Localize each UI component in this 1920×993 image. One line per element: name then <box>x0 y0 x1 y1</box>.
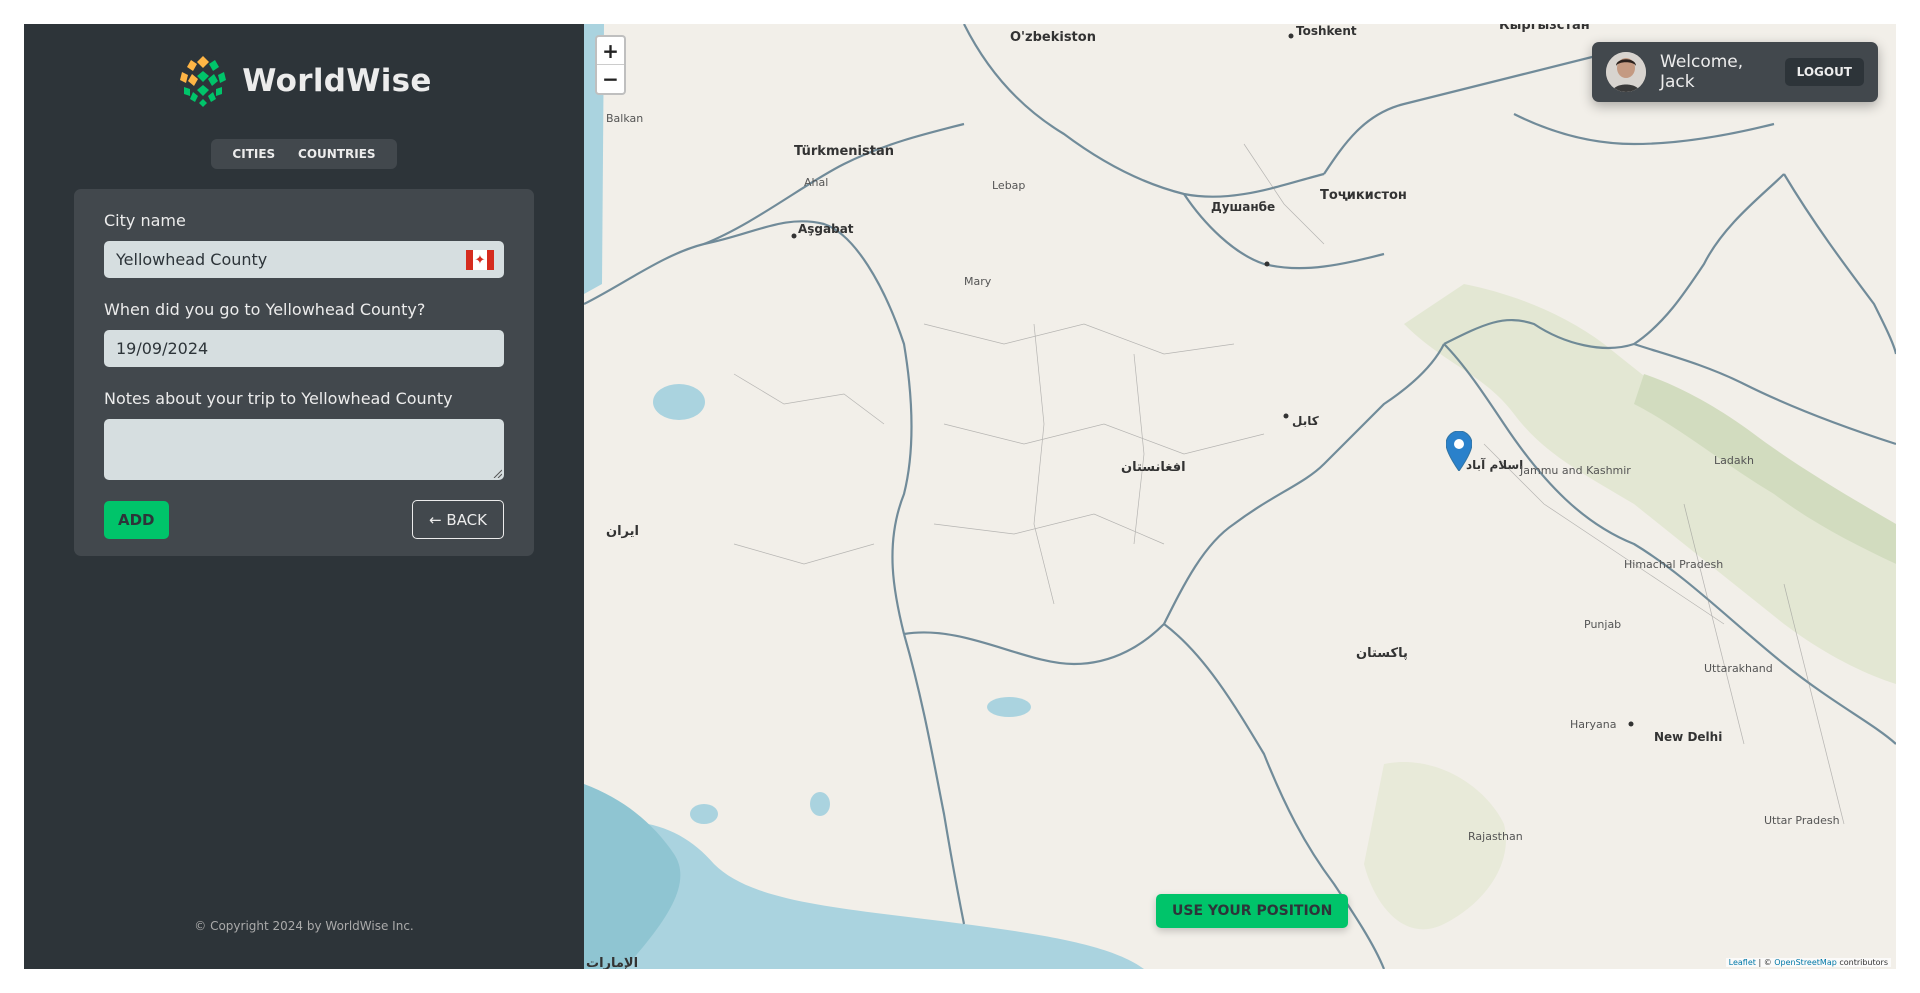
map-label-balkan: Balkan <box>606 112 644 125</box>
resize-handle-icon[interactable] <box>492 468 502 478</box>
city-name-value: Yellowhead County <box>116 250 268 269</box>
zoom-out-button[interactable]: − <box>597 65 624 93</box>
map-label-rajasthan: Rajasthan <box>1468 830 1523 843</box>
tab-countries[interactable]: Countries <box>298 147 376 161</box>
add-button[interactable]: Add <box>104 500 169 539</box>
map-label-uzbekistan: O'zbekiston <box>1010 30 1096 45</box>
map-label-ladakh: Ladakh <box>1714 454 1754 467</box>
app-layout: WorldWise Cities Countries City name Yel… <box>24 24 1896 969</box>
city-name-input[interactable]: Yellowhead County ✦ <box>104 241 504 278</box>
notes-textarea[interactable] <box>104 419 504 480</box>
map-label-dushanbe: Душанбе <box>1211 200 1276 214</box>
zoom-in-button[interactable]: + <box>597 37 624 65</box>
map-label-ahal: Ahal <box>804 176 829 189</box>
map-label-uttarakhand: Uttarakhand <box>1704 662 1773 675</box>
map-label-haryana: Haryana <box>1570 718 1617 731</box>
canada-flag-icon: ✦ <box>466 250 494 270</box>
add-city-form: City name Yellowhead County ✦ When did y… <box>74 189 534 556</box>
map-label-turkmenistan: Türkmenistan <box>794 144 894 159</box>
back-button[interactable]: ← BACK <box>412 500 504 539</box>
map-label-toshkent: Toshkent <box>1296 24 1357 38</box>
avatar <box>1606 52 1646 92</box>
map-label-jammu-kashmir: Jammu and Kashmir <box>1520 464 1631 477</box>
map-marker-icon[interactable] <box>1446 431 1472 471</box>
zoom-control: + − <box>595 35 626 95</box>
attribution-tail: contributors <box>1836 958 1888 967</box>
copyright: © Copyright 2024 by WorldWise Inc. <box>194 919 414 933</box>
date-label: When did you go to Yellowhead County? <box>104 300 426 319</box>
map[interactable]: O'zbekiston Toshkent Кыргызстан Türkmeni… <box>584 24 1896 969</box>
map-label-himachal: Himachal Pradesh <box>1624 558 1724 571</box>
map-label-uttar-pradesh: Uttar Pradesh <box>1764 814 1840 827</box>
date-value: 19/09/2024 <box>116 339 209 358</box>
map-label-tajikistan: Тоҷикистон <box>1320 188 1407 203</box>
map-label-kabul: کابل <box>1292 414 1319 428</box>
sidebar: WorldWise Cities Countries City name Yel… <box>24 24 584 969</box>
map-label-afghanistan: افغانستان <box>1121 460 1186 475</box>
map-label-new-delhi: New Delhi <box>1654 730 1723 744</box>
map-label-lebap: Lebap <box>992 179 1026 192</box>
attribution-sep: | © <box>1755 958 1775 967</box>
tab-nav: Cities Countries <box>211 139 397 169</box>
user-panel: Welcome, Jack LOGOUT <box>1592 42 1878 102</box>
welcome-text: Welcome, Jack <box>1660 52 1744 92</box>
map-label-kyrgyzstan: Кыргызстан <box>1499 24 1590 33</box>
logo[interactable]: WorldWise <box>24 54 584 108</box>
leaflet-link[interactable]: Leaflet <box>1729 958 1756 967</box>
map-tiles[interactable] <box>584 24 1896 969</box>
map-label-pakistan: پاکستان <box>1356 646 1408 661</box>
osm-link[interactable]: OpenStreetMap <box>1774 958 1837 967</box>
map-label-punjab: Punjab <box>1584 618 1622 631</box>
logout-button[interactable]: LOGOUT <box>1784 58 1864 86</box>
map-attribution: Leaflet | © OpenStreetMap contributors <box>1725 958 1891 967</box>
notes-label: Notes about your trip to Yellowhead Coun… <box>104 389 453 408</box>
map-label-iran: ایران <box>606 524 639 539</box>
date-input[interactable]: 19/09/2024 <box>104 330 504 367</box>
use-position-button[interactable]: USE YOUR POSITION <box>1156 894 1349 928</box>
form-buttons: Add ← BACK <box>104 500 504 539</box>
map-label-ashgabat: Aşgabat <box>798 222 854 236</box>
map-label-mary: Mary <box>964 275 992 288</box>
map-label-uae: الإمارات <box>586 956 639 969</box>
app-name: WorldWise <box>242 63 432 99</box>
tab-cities[interactable]: Cities <box>232 147 275 161</box>
user-avatar-icon <box>1606 52 1646 92</box>
city-name-label: City name <box>104 211 186 230</box>
globe-logo-icon <box>177 55 230 107</box>
map-label-islamabad: اسلام آباد <box>1466 458 1524 472</box>
